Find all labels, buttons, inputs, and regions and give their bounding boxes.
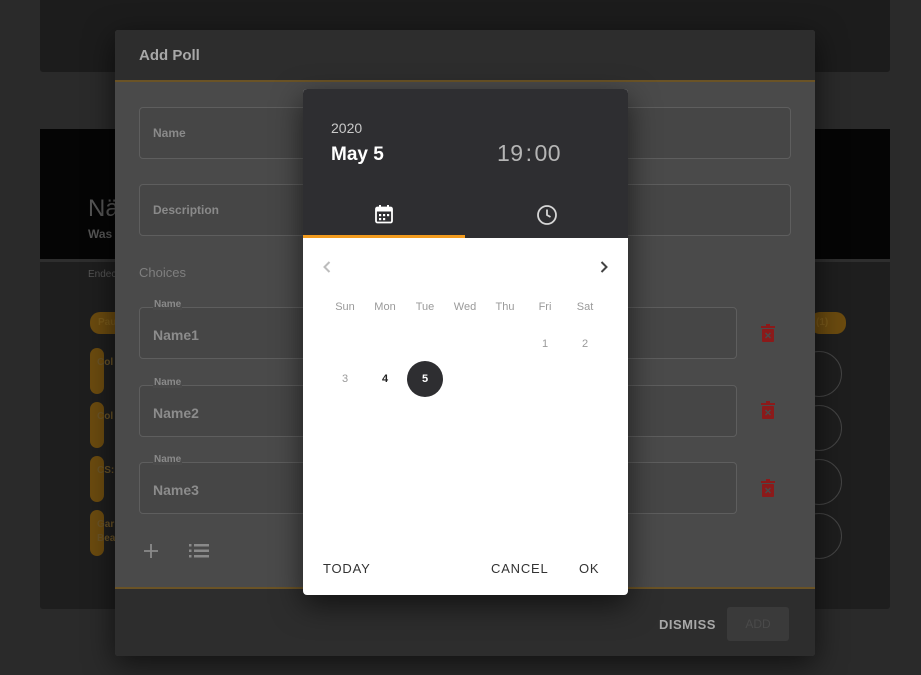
weekday-wed: Wed xyxy=(453,301,477,313)
add-choice-icon[interactable] xyxy=(143,543,159,559)
picker-time-separator: : xyxy=(525,140,533,166)
choices-label: Choices xyxy=(139,265,186,280)
list-icon[interactable] xyxy=(189,544,209,558)
delete-choice-1-icon[interactable] xyxy=(761,324,775,342)
background-row-pill xyxy=(90,348,104,394)
background-ended-text: Endec xyxy=(88,269,117,280)
dialog-title: Add Poll xyxy=(139,47,200,64)
add-poll-footer: DISMISS ADD xyxy=(115,587,815,656)
choice-2-float-label: Name xyxy=(153,377,183,388)
add-poll-header: Add Poll xyxy=(115,30,815,82)
previous-month-icon[interactable] xyxy=(317,257,337,277)
background-row-pill xyxy=(90,402,104,448)
picker-time-minute[interactable]: 00 xyxy=(534,140,561,166)
background-row-label: Col xyxy=(97,411,114,422)
choice-3-float-label: Name xyxy=(153,454,183,465)
weekday-sun: Sun xyxy=(335,301,355,313)
calendar-icon xyxy=(375,205,393,224)
day-3: 3 xyxy=(341,373,349,385)
picker-time[interactable]: 19:00 xyxy=(497,140,561,167)
background-count-pill: (1) xyxy=(810,312,846,334)
clock-icon xyxy=(537,205,557,225)
weekday-sat: Sat xyxy=(576,301,594,313)
day-1: 1 xyxy=(541,338,549,350)
poll-description-placeholder: Description xyxy=(153,203,220,217)
background-row-label: CS: xyxy=(97,465,115,476)
delete-choice-2-icon[interactable] xyxy=(761,401,775,419)
delete-choice-3-icon[interactable] xyxy=(761,479,775,497)
cancel-button[interactable]: CANCEL xyxy=(491,561,549,576)
background-row-pill xyxy=(90,456,104,502)
poll-name-placeholder: Name xyxy=(153,126,186,140)
background-subtitle: Was xyxy=(88,227,113,241)
day-2: 2 xyxy=(581,338,589,350)
weekday-fri: Fri xyxy=(538,301,552,313)
active-tab-indicator xyxy=(303,235,465,238)
date-picker-header: 2020 May 5 19:00 xyxy=(303,89,628,238)
day-5-selected[interactable]: 5 xyxy=(407,361,443,397)
choice-1-float-label: Name xyxy=(153,299,183,310)
ok-button[interactable]: OK xyxy=(579,561,599,576)
next-month-icon[interactable] xyxy=(594,257,614,277)
dismiss-button[interactable]: DISMISS xyxy=(659,617,716,632)
picker-selected-date[interactable]: May 5 xyxy=(331,144,384,166)
background-row-label: Gar Bea xyxy=(97,519,116,544)
add-poll-button[interactable]: ADD xyxy=(727,607,789,641)
choice-1-value: Name1 xyxy=(153,327,199,343)
picker-year[interactable]: 2020 xyxy=(331,120,362,136)
day-4[interactable]: 4 xyxy=(367,361,403,397)
weekday-thu: Thu xyxy=(495,301,515,313)
weekday-tue: Tue xyxy=(415,301,435,313)
today-button[interactable]: TODAY xyxy=(323,561,371,576)
tab-time[interactable] xyxy=(466,197,628,238)
tab-date[interactable] xyxy=(303,197,465,238)
date-picker-dialog: 2020 May 5 19:00 Sun Mon Tue Wed Thu Fri… xyxy=(303,89,628,595)
weekday-mon: Mon xyxy=(374,301,396,313)
background-row-label: Col xyxy=(97,357,114,368)
picker-time-hour[interactable]: 19 xyxy=(497,140,524,166)
choice-3-value: Name3 xyxy=(153,482,199,498)
choice-2-value: Name2 xyxy=(153,405,199,421)
